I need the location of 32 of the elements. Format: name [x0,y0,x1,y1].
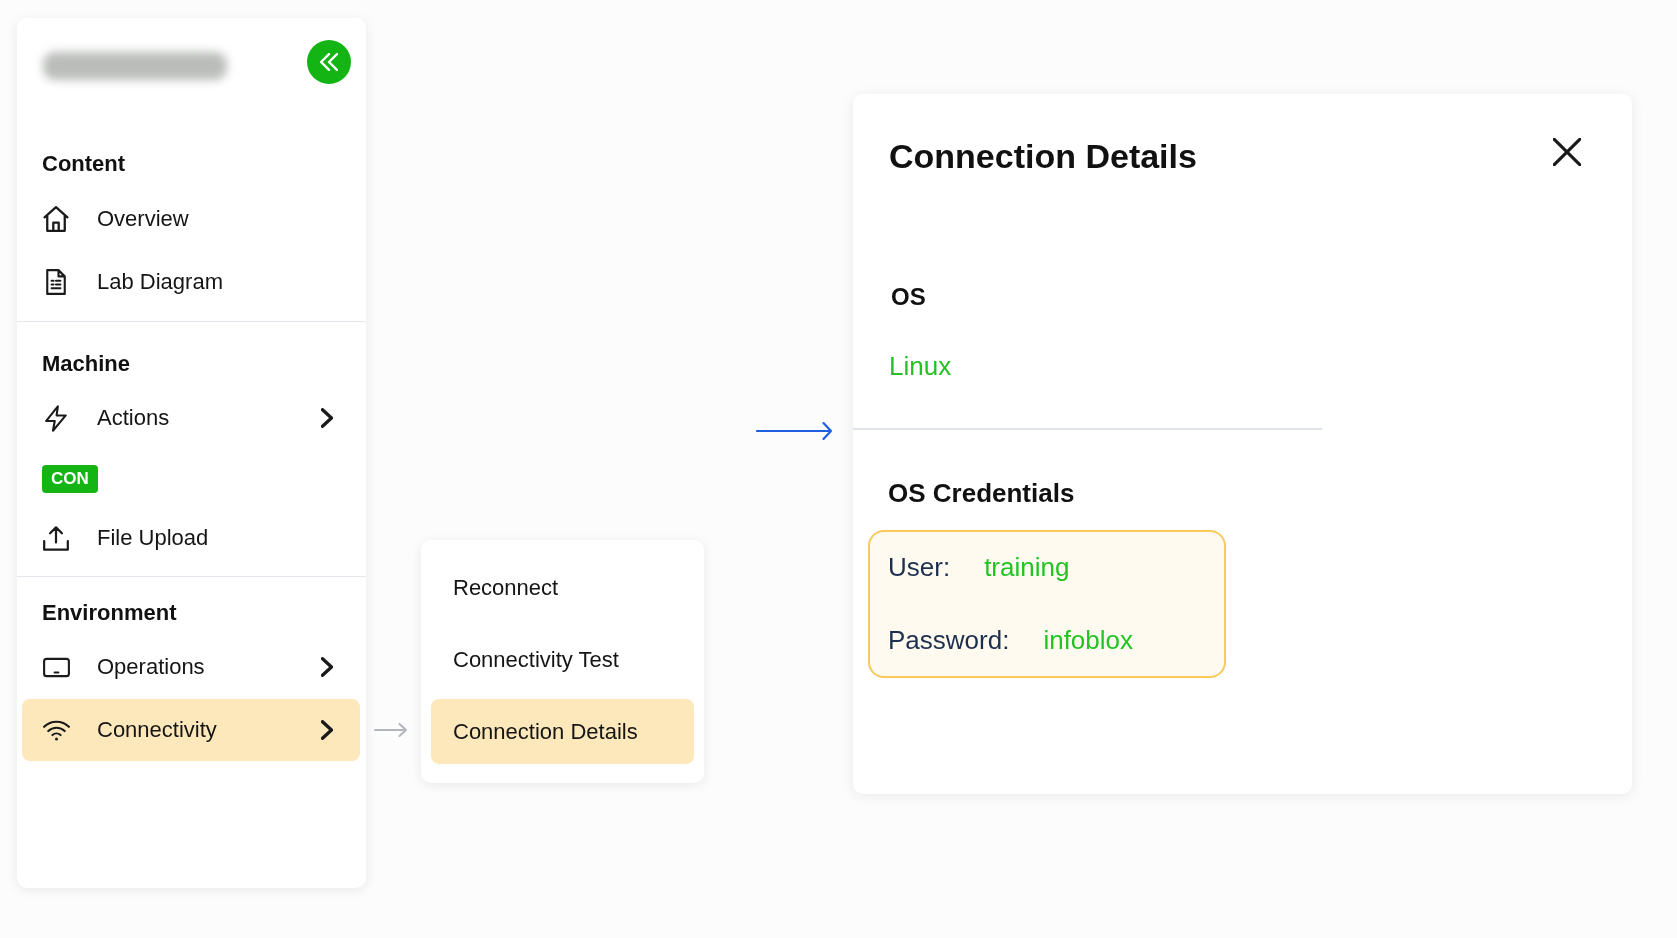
section-heading: OS Credentials [888,478,1075,508]
sidebar-item[interactable]: Lab Diagram [22,251,360,313]
arrow-icon [756,422,833,440]
field-value: Linux [889,351,952,381]
wifi-icon [42,719,70,741]
upload-icon [43,525,69,551]
field-label: Password: [888,624,1010,656]
double-chevron-left-icon [320,53,338,71]
status-badge: CON [42,465,98,493]
home-icon [43,206,69,232]
menu-item[interactable]: Connection Details [431,699,694,764]
field-label: User: [888,551,951,583]
section-heading: Environment [42,601,177,625]
menu-item[interactable]: Reconnect [431,555,694,620]
arrow-icon [374,723,408,737]
sidebar-item[interactable]: Overview [22,188,360,250]
sidebar-item[interactable]: Actions [22,387,360,449]
monitor-icon [42,656,70,678]
close-icon[interactable] [1553,138,1581,166]
section-heading: OS [891,282,926,312]
sidebar-item[interactable]: File Upload [22,507,360,569]
sidebar-item[interactable]: Connectivity [22,699,360,761]
sidebar-item[interactable]: Operations [22,636,360,698]
menu-item[interactable]: Connectivity Test [431,627,694,692]
panel-title: Connection Details [889,136,1197,176]
field-value: infoblox [1043,624,1133,656]
section-heading: Machine [42,352,131,376]
collapse-button[interactable] [307,40,351,84]
lightning-icon [45,404,67,432]
document-icon [46,269,66,295]
section-heading: Content [42,152,126,176]
field-value: training [984,551,1070,583]
